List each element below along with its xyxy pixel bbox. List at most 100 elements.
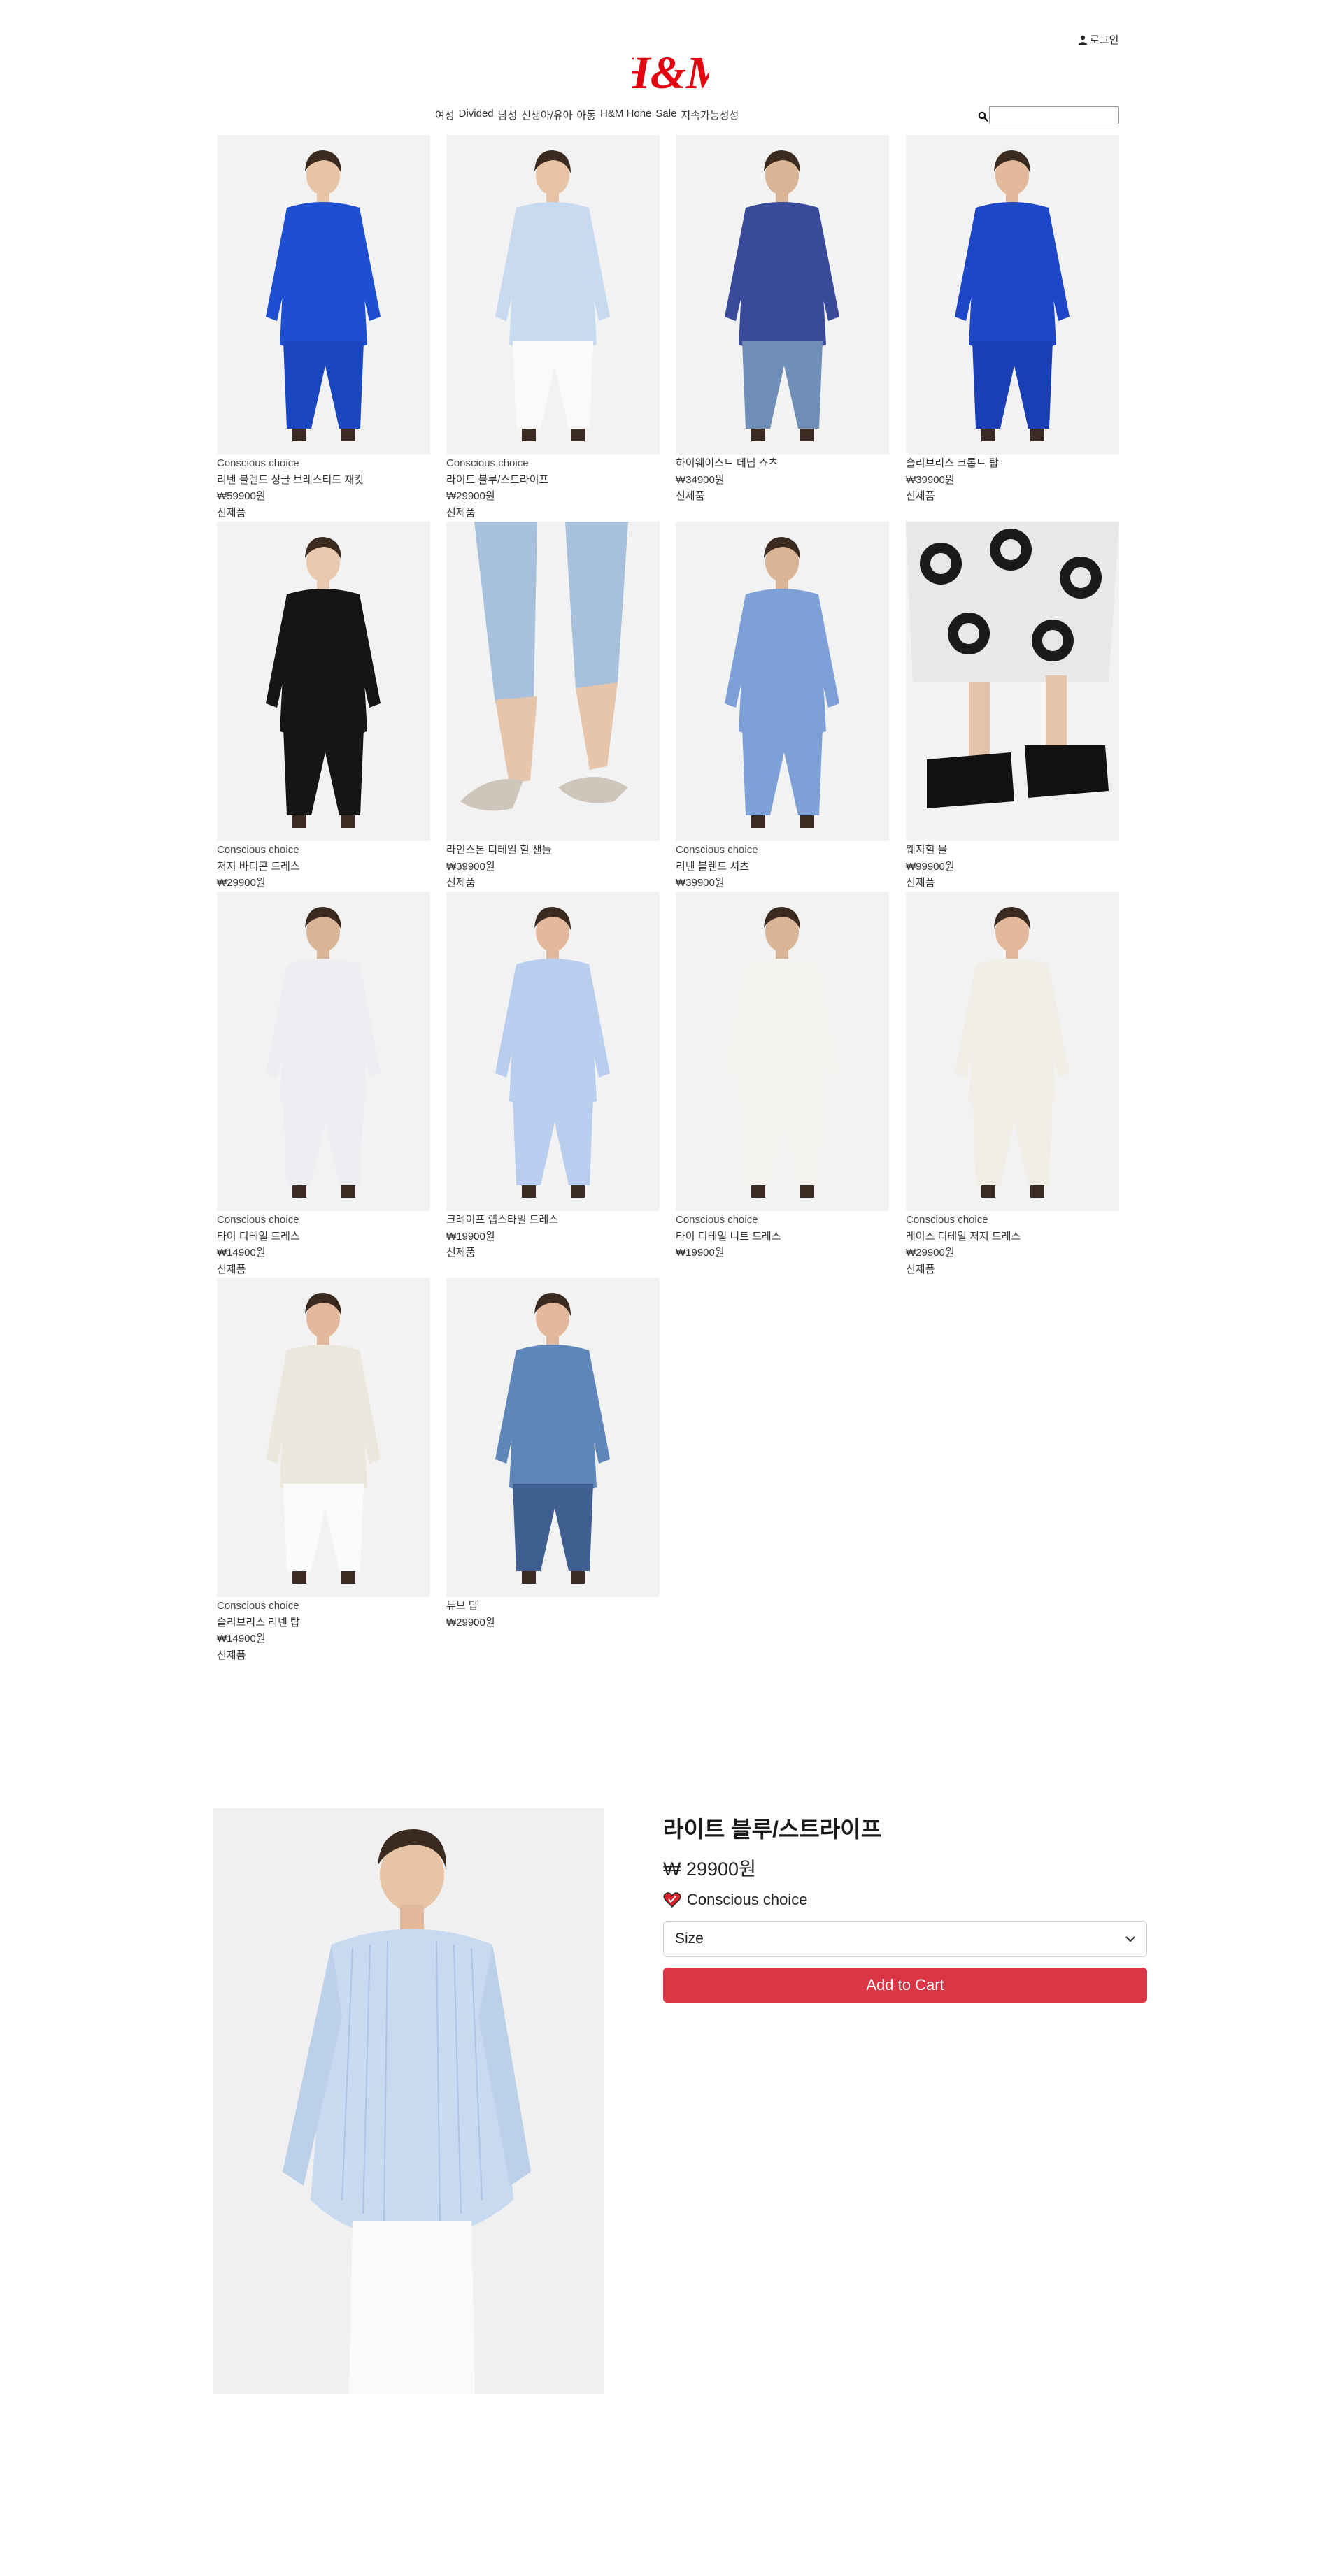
nav-item[interactable]: 남성 [498,108,518,122]
product-name[interactable]: 타이 디테일 드레스 [217,1229,430,1245]
user-icon [1079,35,1087,45]
product-name[interactable]: 리넨 블렌드 셔츠 [676,859,889,875]
detail-conscious-badge: Conscious choice [663,1891,807,1909]
product-name[interactable]: 슬리브리스 크롭트 탑 [906,455,1119,472]
product-card[interactable]: 하이웨이스트 데님 쇼츠 ₩34900원신제품 [676,135,889,505]
product-info: 하이웨이스트 데님 쇼츠 ₩34900원신제품 [676,455,889,505]
product-info: 라인스톤 디테일 힐 샌들 ₩39900원 신제품 [446,842,660,892]
product-card[interactable]: Conscious choice 타이 디테일 드레스 ₩14900원 신제품 [217,892,430,1278]
add-to-cart-button[interactable]: Add to Cart [663,1968,1147,2003]
product-info: Conscious choice 라이트 블루/스트라이프 ₩29900원 신제품 [446,455,660,521]
product-card[interactable]: 웨지힐 뮬 ₩99900원신제품 [906,522,1119,892]
detail-title: 라이트 블루/스트라이프 [663,1817,882,1842]
product-card[interactable]: Conscious choice 리넨 블렌드 셔츠 ₩39900원 [676,522,889,892]
search-input[interactable] [989,106,1119,124]
svg-text:H&M: H&M [632,48,709,99]
product-image[interactable] [217,522,430,841]
product-badge: Conscious choice [217,457,299,469]
product-new-tag: 신제품 [906,1263,935,1275]
product-price: ₩59900원 [217,490,266,502]
product-image[interactable] [446,522,660,841]
product-card[interactable]: Conscious choice 타이 디테일 니트 드레스 ₩19900원 [676,892,889,1261]
product-new-tag: 신제품 [676,490,705,502]
product-image[interactable] [906,892,1119,1211]
nav-item[interactable]: Sale [655,108,676,122]
product-price: ₩39900원 [446,860,495,873]
product-image[interactable] [906,135,1119,455]
product-badge: Conscious choice [217,1600,299,1612]
product-card[interactable]: Conscious choice 레이스 디테일 저지 드레스 ₩29900원 신제품 [906,892,1119,1278]
product-price: ₩19900원 [446,1230,495,1243]
product-info: 웨지힐 뮬 ₩99900원신제품 [906,842,1119,892]
product-name[interactable]: 튜브 탑 [446,1598,660,1615]
product-image[interactable] [676,135,889,455]
product-new-tag: 신제품 [446,1247,476,1259]
product-price: ₩34900원 [676,473,725,486]
product-card[interactable]: 크레이프 랩스타일 드레스 ₩19900원신제품 [446,892,660,1261]
nav-item[interactable]: 신생아/유아 [521,108,572,122]
main-nav: 여성 Divided 남성 신생아/유아 아동 H&M Hone Sale 지속가능성성 [435,108,739,122]
product-badge: Conscious choice [676,1214,758,1226]
detail-conscious-label: Conscious choice [687,1891,808,1908]
product-badge: Conscious choice [217,844,299,856]
product-name[interactable]: 크레이프 랩스타일 드레스 [446,1212,660,1229]
product-new-tag: 신제품 [217,1649,246,1661]
product-image[interactable] [446,135,660,455]
nav-item[interactable]: Divided [459,108,494,122]
product-image[interactable] [446,1278,660,1597]
product-name[interactable]: 하이웨이스트 데님 쇼츠 [676,455,889,472]
product-image[interactable] [676,892,889,1211]
product-info: Conscious choice 타이 디테일 드레스 ₩14900원 신제품 [217,1212,430,1278]
chevron-down-icon [1125,1936,1135,1942]
product-info: 슬리브리스 크롭트 탑 ₩39900원 신제품 [906,455,1119,505]
product-info: Conscious choice 저지 바디콘 드레스 ₩29900원 [217,842,430,892]
product-price: ₩19900원 [676,1247,725,1259]
product-image[interactable] [217,135,430,455]
product-new-tag: 신제품 [906,877,935,889]
product-name[interactable]: 리넨 블렌드 싱글 브레스티드 재킷 [217,472,430,489]
product-name[interactable]: 웨지힐 뮬 [906,842,1119,859]
nav-item[interactable]: 지속가능성성 [681,108,739,122]
product-info: Conscious choice 타이 디테일 니트 드레스 ₩19900원 [676,1212,889,1261]
login-link[interactable]: 로그인 [1078,32,1118,47]
product-price: ₩29900원 [446,1616,495,1629]
product-card[interactable]: Conscious choice 라이트 블루/스트라이프 ₩29900원 신제품 [446,135,660,521]
product-info: Conscious choice 레이스 디테일 저지 드레스 ₩29900원 신제품 [906,1212,1119,1278]
login-label: 로그인 [1090,34,1119,46]
product-price: ₩99900원 [906,860,955,873]
search-icon[interactable] [978,111,988,122]
product-card[interactable]: 튜브 탑 ₩29900원 [446,1278,660,1631]
product-name[interactable]: 라인스톤 디테일 힐 샌들 [446,842,660,859]
nav-item[interactable]: 여성 [435,108,455,122]
product-name[interactable]: 라이트 블루/스트라이프 [446,472,660,489]
product-name[interactable]: 타이 디테일 니트 드레스 [676,1229,889,1245]
product-info: Conscious choice 슬리브리스 리넨 탑 ₩14900원 신제품 [217,1598,430,1663]
nav-item[interactable]: 아동 [576,108,596,122]
product-card[interactable]: 라인스톤 디테일 힐 샌들 ₩39900원 신제품 [446,522,660,892]
nav-item[interactable]: H&M Hone [600,108,651,122]
product-name[interactable]: 레이스 디테일 저지 드레스 [906,1229,1119,1245]
product-image[interactable] [676,522,889,841]
product-image[interactable] [217,1278,430,1597]
product-new-tag: 신제품 [217,506,246,519]
product-card[interactable]: Conscious choice 슬리브리스 리넨 탑 ₩14900원 신제품 [217,1278,430,1663]
product-price: ₩29900원 [446,490,495,502]
product-badge: Conscious choice [446,457,529,469]
product-image[interactable] [446,892,660,1211]
detail-price: ₩ 29900원 [663,1859,756,1880]
hm-logo[interactable]: H&M [632,45,709,101]
product-card[interactable]: 슬리브리스 크롭트 탑 ₩39900원 신제품 [906,135,1119,505]
product-info: Conscious choice 리넨 블렌드 싱글 브레스티드 재킷 ₩59900… [217,455,430,521]
page: 로그인 H&M 여성 Divided 남성신생아/유아 아동 H&M Hone Sale 지… [0,0,1343,2576]
size-select[interactable]: Size [663,1921,1147,1957]
product-name[interactable]: 슬리브리스 리넨 탑 [217,1615,430,1631]
product-price: ₩29900원 [217,877,266,889]
product-image[interactable] [906,522,1119,841]
product-name[interactable]: 저지 바디콘 드레스 [217,859,430,875]
product-badge: Conscious choice [676,844,758,856]
detail-product-image [213,1808,604,2394]
product-image[interactable] [217,892,430,1211]
product-card[interactable]: Conscious choice 저지 바디콘 드레스 ₩29900원 [217,522,430,892]
product-info: 튜브 탑 ₩29900원 [446,1598,660,1631]
product-card[interactable]: Conscious choice 리넨 블렌드 싱글 브레스티드 재킷 ₩59900… [217,135,430,521]
